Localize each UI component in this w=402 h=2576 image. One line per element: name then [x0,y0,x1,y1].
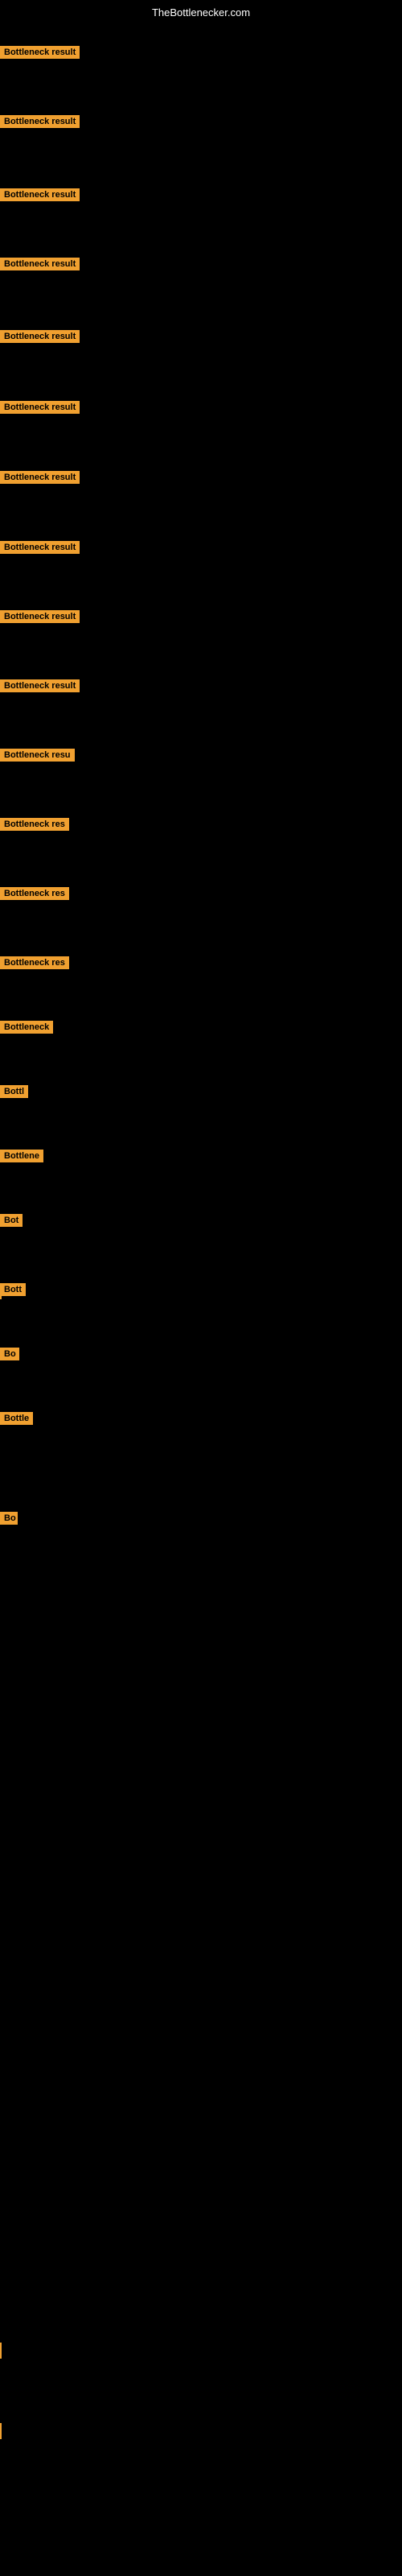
bottleneck-badge-11: Bottleneck res [0,818,69,831]
bottleneck-badge-8: Bottleneck result [0,610,80,623]
bottleneck-badge-4: Bottleneck result [0,330,80,343]
bottleneck-badge-16: Bottlene [0,1150,43,1162]
bottleneck-badge-6: Bottleneck result [0,471,80,484]
site-title: TheBottlenecker.com [0,6,402,19]
bottleneck-badge-5: Bottleneck result [0,401,80,414]
bottleneck-badge-1: Bottleneck result [0,115,80,128]
bottleneck-badge-3: Bottleneck result [0,258,80,270]
bottleneck-badge-21: Bo [0,1512,18,1525]
thin-line-1 [0,2343,2,2359]
bottleneck-badge-20: Bottle [0,1412,33,1425]
bottleneck-badge-0: Bottleneck result [0,46,80,59]
bottleneck-badge-14: Bottleneck [0,1021,53,1034]
bottleneck-badge-17: Bot [0,1214,23,1227]
bottleneck-badge-2: Bottleneck result [0,188,80,201]
bottleneck-badge-7: Bottleneck result [0,541,80,554]
bottleneck-badge-19: Bo [0,1348,19,1360]
bottleneck-badge-10: Bottleneck resu [0,749,75,762]
bottleneck-badge-18: Bott [0,1283,26,1296]
bottleneck-badge-13: Bottleneck res [0,956,69,969]
bottleneck-badge-12: Bottleneck res [0,887,69,900]
bottleneck-badge-9: Bottleneck result [0,679,80,692]
bottleneck-badge-15: Bottl [0,1085,28,1098]
thin-line-2 [0,2423,2,2439]
thin-line-0 [0,1283,2,1299]
